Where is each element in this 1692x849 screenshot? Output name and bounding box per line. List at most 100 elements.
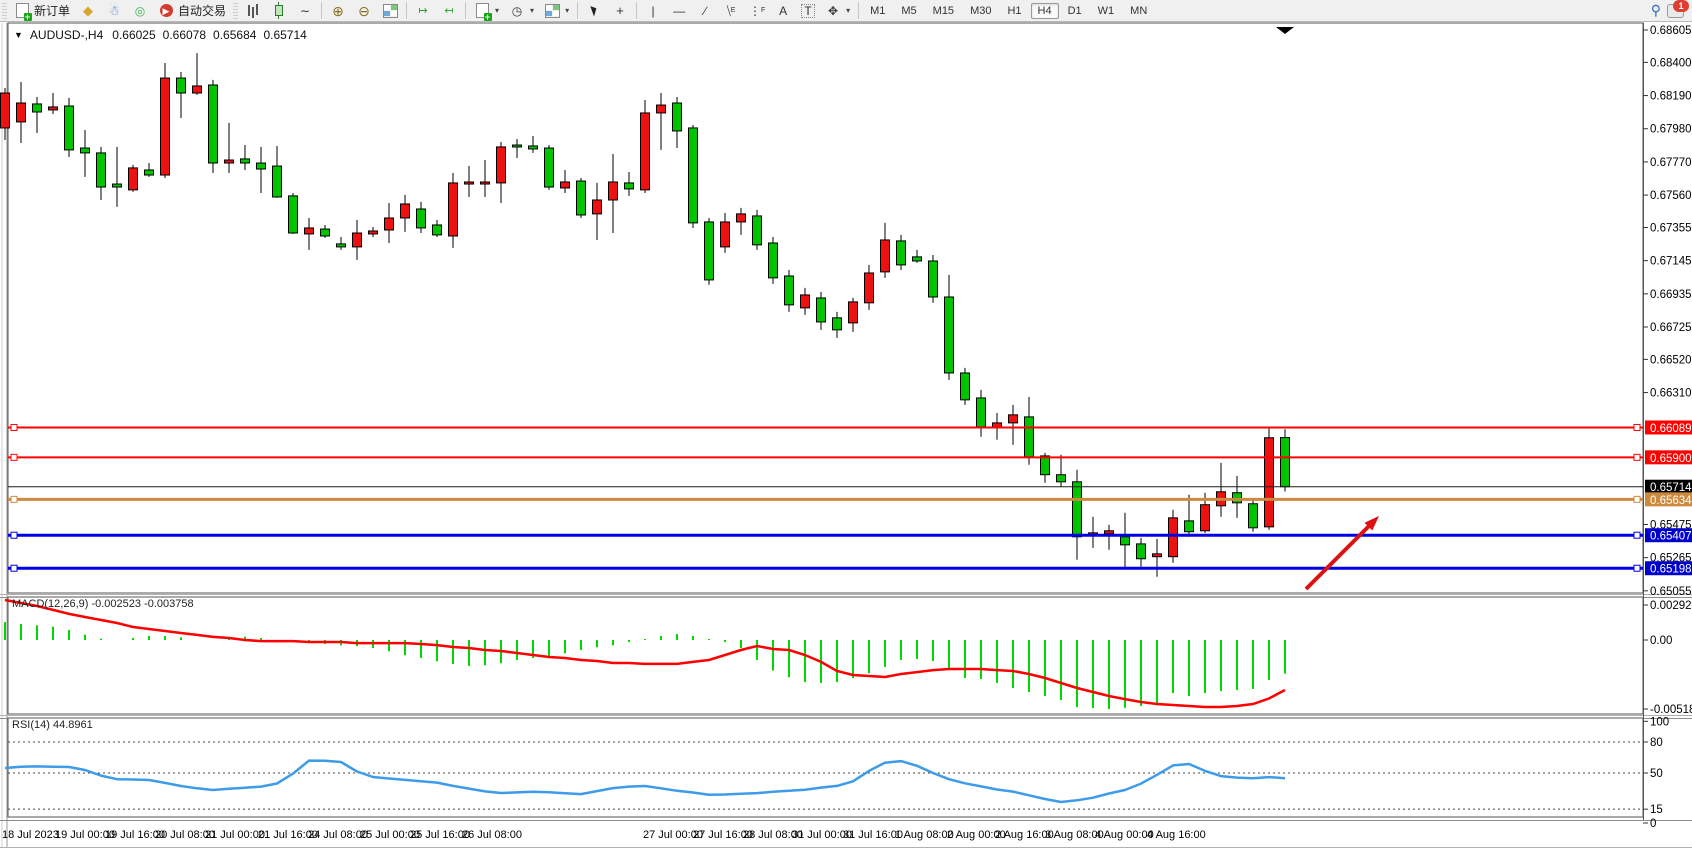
candle [641,113,650,190]
hline-handle[interactable] [11,565,17,571]
text-label-button[interactable]: T [796,1,820,21]
candle [1233,493,1242,503]
candle [49,107,58,110]
candle [433,225,442,235]
candle [289,196,298,233]
text-button[interactable]: A [770,0,796,22]
price-tick-label: 0.67355 [1650,222,1692,234]
toolbar-separator [406,2,407,19]
rsi-label: RSI(14) 44.8961 [12,719,93,731]
candle [897,241,906,265]
auto-trading-icon: ▶ [158,3,174,19]
candle [769,243,778,278]
rsi-axis-label: 80 [1650,737,1663,749]
timeframe-M5[interactable]: M5 [894,3,923,19]
hline-handle[interactable] [11,496,17,502]
arrows-button[interactable]: ✥▾ [820,0,855,22]
candle [145,170,154,175]
candle [1041,456,1050,475]
hline-handle[interactable] [11,424,17,430]
candle [193,86,202,93]
timeframe-M15[interactable]: M15 [926,3,961,19]
rsi-axis-label: 0 [1650,818,1656,830]
candle [849,302,858,323]
chart-shift-button[interactable]: ↤ [436,0,462,22]
candle [673,103,682,131]
styler-button[interactable]: ◆ [75,0,101,22]
price-tag-label: 0.65198 [1650,564,1692,576]
candle [1265,438,1274,527]
notifications-icon[interactable]: 1 [1667,4,1684,18]
macd-axis-label: 0.00 [1650,635,1672,647]
indicators-button[interactable]: +▾ [469,0,504,22]
time-axis-label: 4 Aug 16:00 [1147,829,1206,841]
fibonacci-button[interactable]: ⋮F [744,0,770,22]
candle [1137,544,1146,559]
candle [625,183,634,189]
hline-handle[interactable] [11,532,17,538]
chart-shift-icon: ↤ [441,3,457,19]
horizontal-line-button[interactable]: — [666,0,692,22]
candle [497,147,506,183]
candle [241,159,250,163]
trendline-button[interactable]: ∕ [692,0,718,22]
candle [529,146,538,149]
notification-badge: 1 [1673,0,1689,12]
symbol-period: AUDUSD-,H4 [30,28,103,42]
market-watch-button[interactable]: ☃ [101,0,127,22]
timeframe-H1[interactable]: H1 [1000,3,1028,19]
timeframe-M1[interactable]: M1 [863,3,892,19]
candle [417,209,426,228]
candle [705,222,714,280]
candle [657,105,666,113]
search-icon[interactable]: ⚲ [1651,2,1661,19]
toolbar-grip [233,3,238,19]
timeframe-MN[interactable]: MN [1123,3,1154,19]
hline-handle[interactable] [1634,454,1640,460]
indicators-icon: + [474,3,490,19]
line-chart-button[interactable]: ∼ [292,0,318,22]
templates-button[interactable]: ▾ [539,0,574,22]
periods-button[interactable]: ◷▾ [504,0,539,22]
time-axis-label: 25 Jul 16:00 [410,829,470,841]
new-order-button[interactable]: + 新订单 [9,0,75,22]
candle [1201,505,1210,531]
toolbar-separator [465,2,466,19]
candlestick-button[interactable] [266,0,292,22]
zoom-out-button[interactable]: ⊖ [351,0,377,22]
timeframe-M30[interactable]: M30 [963,3,998,19]
hline-handle[interactable] [11,454,17,460]
hline-handle[interactable] [1634,565,1640,571]
crosshair-button[interactable]: + [607,0,633,22]
cursor-icon [586,3,602,19]
auto-trading-button[interactable]: ▶ 自动交易 [153,0,231,22]
candle [801,295,810,308]
candle [689,128,698,223]
timeframe-D1[interactable]: D1 [1061,3,1089,19]
candle [1105,531,1114,534]
styler-icon: ◆ [80,3,96,19]
candle [81,148,90,153]
hline-handle[interactable] [1634,532,1640,538]
auto-scroll-icon: ↦ [415,3,431,19]
tile-windows-button[interactable] [377,0,403,22]
cursor-button[interactable] [581,0,607,22]
new-order-label: 新订单 [34,2,70,19]
vertical-line-button[interactable]: | [640,0,666,22]
hline-handle[interactable] [1634,424,1640,430]
auto-scroll-button[interactable]: ↦ [410,0,436,22]
timeframe-H4[interactable]: H4 [1031,3,1059,19]
chart-canvas[interactable]: 0.686050.684000.681900.679800.677700.675… [0,0,1692,849]
channel-button[interactable]: ⧹E [718,0,744,22]
profile-icon: ☃ [106,3,122,19]
zoom-in-button[interactable]: ⊕ [325,0,351,22]
candle [545,148,554,187]
bar-chart-button[interactable] [240,0,266,22]
timeframe-W1[interactable]: W1 [1091,3,1122,19]
candle [1121,537,1130,545]
signals-button[interactable]: ◎ [127,0,153,22]
text-label-icon: T [801,4,815,18]
line-chart-icon: ∼ [297,3,313,19]
candle [577,181,586,215]
hline-handle[interactable] [1634,496,1640,502]
